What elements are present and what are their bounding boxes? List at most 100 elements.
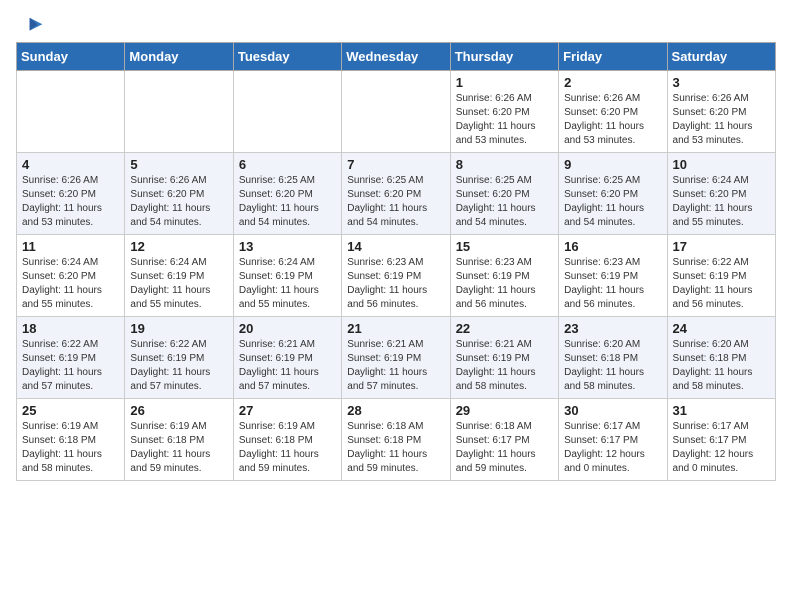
weekday-header-saturday: Saturday [667,43,775,71]
day-info: Sunrise: 6:19 AM Sunset: 6:18 PM Dayligh… [239,420,336,476]
day-number: 10 [673,157,770,172]
day-info: Sunrise: 6:17 AM Sunset: 6:17 PM Dayligh… [564,420,661,476]
day-number: 19 [130,321,227,336]
day-number: 23 [564,321,661,336]
day-number: 3 [673,75,770,90]
table-row: 22 Sunrise: 6:21 AM Sunset: 6:19 PM Dayli… [450,317,558,399]
day-info: Sunrise: 6:20 AM Sunset: 6:18 PM Dayligh… [564,338,661,394]
weekday-header-wednesday: Wednesday [342,43,450,71]
day-number: 20 [239,321,336,336]
day-number: 9 [564,157,661,172]
table-row: 11 Sunrise: 6:24 AM Sunset: 6:20 PM Dayli… [17,235,125,317]
weekday-header-row: SundayMondayTuesdayWednesdayThursdayFrid… [17,43,776,71]
calendar-week-1: 1Sunrise: 6:26 AM Sunset: 6:20 PM Daylig… [17,71,776,153]
day-info: Sunrise: 6:19 AM Sunset: 6:18 PM Dayligh… [22,420,119,476]
day-info: Sunrise: 6:26 AM Sunset: 6:20 PM Dayligh… [130,174,227,230]
day-info: Sunrise: 6:24 AM Sunset: 6:20 PM Dayligh… [22,256,119,312]
table-row: 14 Sunrise: 6:23 AM Sunset: 6:19 PM Dayli… [342,235,450,317]
table-row: 5 Sunrise: 6:26 AM Sunset: 6:20 PM Daylig… [125,153,233,235]
table-row: 27 Sunrise: 6:19 AM Sunset: 6:18 PM Dayli… [233,399,341,481]
day-info: Sunrise: 6:24 AM Sunset: 6:20 PM Dayligh… [673,174,770,230]
table-row: 16 Sunrise: 6:23 AM Sunset: 6:19 PM Dayli… [559,235,667,317]
day-info: Sunrise: 6:26 AM Sunset: 6:20 PM Dayligh… [456,92,553,148]
table-row: 7 Sunrise: 6:25 AM Sunset: 6:20 PM Daylig… [342,153,450,235]
day-info: Sunrise: 6:25 AM Sunset: 6:20 PM Dayligh… [564,174,661,230]
day-number: 15 [456,239,553,254]
day-info: Sunrise: 6:22 AM Sunset: 6:19 PM Dayligh… [22,338,119,394]
table-row: 25 Sunrise: 6:19 AM Sunset: 6:18 PM Dayli… [17,399,125,481]
day-number: 27 [239,403,336,418]
day-info: Sunrise: 6:21 AM Sunset: 6:19 PM Dayligh… [456,338,553,394]
calendar-week-2: 4 Sunrise: 6:26 AM Sunset: 6:20 PM Daylig… [17,153,776,235]
calendar-week-5: 25 Sunrise: 6:19 AM Sunset: 6:18 PM Dayli… [17,399,776,481]
day-number: 25 [22,403,119,418]
weekday-header-monday: Monday [125,43,233,71]
table-row: 10 Sunrise: 6:24 AM Sunset: 6:20 PM Dayli… [667,153,775,235]
day-info: Sunrise: 6:19 AM Sunset: 6:18 PM Dayligh… [130,420,227,476]
day-info: Sunrise: 6:21 AM Sunset: 6:19 PM Dayligh… [239,338,336,394]
table-row: 20 Sunrise: 6:21 AM Sunset: 6:19 PM Dayli… [233,317,341,399]
day-number: 13 [239,239,336,254]
weekday-header-tuesday: Tuesday [233,43,341,71]
calendar-week-3: 11 Sunrise: 6:24 AM Sunset: 6:20 PM Dayli… [17,235,776,317]
table-row: 6Sunrise: 6:25 AM Sunset: 6:20 PM Daylig… [233,153,341,235]
table-row [125,71,233,153]
day-number: 18 [22,321,119,336]
weekday-header-thursday: Thursday [450,43,558,71]
day-number: 4 [22,157,119,172]
day-number: 6 [239,157,336,172]
table-row: 29 Sunrise: 6:18 AM Sunset: 6:17 PM Dayli… [450,399,558,481]
day-number: 24 [673,321,770,336]
table-row: 26 Sunrise: 6:19 AM Sunset: 6:18 PM Dayli… [125,399,233,481]
day-info: Sunrise: 6:23 AM Sunset: 6:19 PM Dayligh… [564,256,661,312]
day-number: 22 [456,321,553,336]
table-row: 28Sunrise: 6:18 AM Sunset: 6:18 PM Dayli… [342,399,450,481]
day-info: Sunrise: 6:18 AM Sunset: 6:18 PM Dayligh… [347,420,444,476]
table-row: 18 Sunrise: 6:22 AM Sunset: 6:19 PM Dayli… [17,317,125,399]
table-row: 23 Sunrise: 6:20 AM Sunset: 6:18 PM Dayli… [559,317,667,399]
calendar-week-4: 18 Sunrise: 6:22 AM Sunset: 6:19 PM Dayli… [17,317,776,399]
day-number: 16 [564,239,661,254]
day-info: Sunrise: 6:18 AM Sunset: 6:17 PM Dayligh… [456,420,553,476]
day-info: Sunrise: 6:22 AM Sunset: 6:19 PM Dayligh… [673,256,770,312]
day-number: 21 [347,321,444,336]
table-row: 15 Sunrise: 6:23 AM Sunset: 6:19 PM Dayli… [450,235,558,317]
day-info: Sunrise: 6:22 AM Sunset: 6:19 PM Dayligh… [130,338,227,394]
day-info: Sunrise: 6:26 AM Sunset: 6:20 PM Dayligh… [564,92,661,148]
table-row [17,71,125,153]
day-info: Sunrise: 6:20 AM Sunset: 6:18 PM Dayligh… [673,338,770,394]
day-info: Sunrise: 6:24 AM Sunset: 6:19 PM Dayligh… [130,256,227,312]
day-info: Sunrise: 6:23 AM Sunset: 6:19 PM Dayligh… [347,256,444,312]
table-row: 4 Sunrise: 6:26 AM Sunset: 6:20 PM Daylig… [17,153,125,235]
weekday-header-sunday: Sunday [17,43,125,71]
table-row: 19 Sunrise: 6:22 AM Sunset: 6:19 PM Dayli… [125,317,233,399]
logo-icon [20,16,44,34]
table-row: 30 Sunrise: 6:17 AM Sunset: 6:17 PM Dayli… [559,399,667,481]
day-number: 31 [673,403,770,418]
day-number: 26 [130,403,227,418]
table-row: 13 Sunrise: 6:24 AM Sunset: 6:19 PM Dayli… [233,235,341,317]
day-number: 14 [347,239,444,254]
day-number: 11 [22,239,119,254]
day-number: 8 [456,157,553,172]
day-number: 17 [673,239,770,254]
day-info: Sunrise: 6:21 AM Sunset: 6:19 PM Dayligh… [347,338,444,394]
day-number: 29 [456,403,553,418]
weekday-header-friday: Friday [559,43,667,71]
day-info: Sunrise: 6:26 AM Sunset: 6:20 PM Dayligh… [22,174,119,230]
day-info: Sunrise: 6:23 AM Sunset: 6:19 PM Dayligh… [456,256,553,312]
day-number: 7 [347,157,444,172]
day-info: Sunrise: 6:26 AM Sunset: 6:20 PM Dayligh… [673,92,770,148]
day-info: Sunrise: 6:25 AM Sunset: 6:20 PM Dayligh… [347,174,444,230]
table-row: 1Sunrise: 6:26 AM Sunset: 6:20 PM Daylig… [450,71,558,153]
day-number: 2 [564,75,661,90]
table-row: 3 Sunrise: 6:26 AM Sunset: 6:20 PM Daylig… [667,71,775,153]
table-row: 12Sunrise: 6:24 AM Sunset: 6:19 PM Dayli… [125,235,233,317]
table-row [342,71,450,153]
day-info: Sunrise: 6:24 AM Sunset: 6:19 PM Dayligh… [239,256,336,312]
day-number: 5 [130,157,227,172]
logo [16,16,44,34]
day-number: 30 [564,403,661,418]
header [16,16,776,34]
table-row: 31Sunrise: 6:17 AM Sunset: 6:17 PM Dayli… [667,399,775,481]
